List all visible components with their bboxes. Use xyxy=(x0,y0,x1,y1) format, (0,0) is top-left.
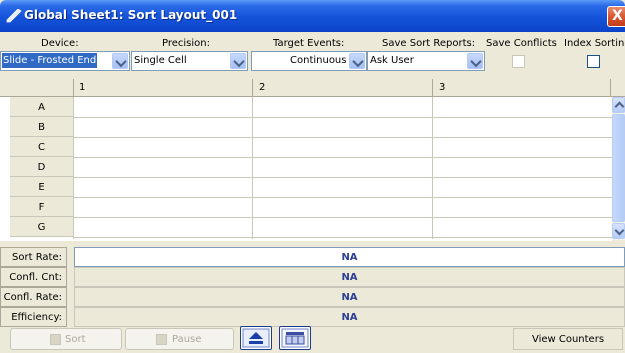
grid-column-header: 1 2 3 xyxy=(0,79,625,97)
precision-label: Precision: xyxy=(162,38,210,49)
sort-button-label: Sort xyxy=(65,334,86,345)
scroll-thumb[interactable] xyxy=(612,114,625,222)
plate-icon xyxy=(281,328,309,348)
chevron-down-icon[interactable] xyxy=(230,53,246,69)
column-header-3[interactable]: 3 xyxy=(439,82,445,93)
row-divider xyxy=(73,237,612,238)
device-select[interactable]: Slide - Frosted End xyxy=(0,51,130,71)
row-divider xyxy=(73,197,612,198)
row-divider xyxy=(73,157,612,158)
column-divider xyxy=(252,79,253,96)
save-conflicts-label: Save Conflicts xyxy=(486,38,557,49)
title-bar: Global Sheet1: Sort Layout_001 X xyxy=(0,0,625,32)
precision-select[interactable]: Single Cell xyxy=(131,51,248,71)
target-events-value: Continuous xyxy=(290,55,347,66)
sort-button[interactable]: Sort xyxy=(10,328,122,350)
row-divider xyxy=(73,117,612,118)
efficiency-value: NA xyxy=(74,307,625,327)
column-header-2[interactable]: 2 xyxy=(259,82,265,93)
save-sort-reports-select[interactable]: Ask User xyxy=(367,51,485,71)
eject-button[interactable] xyxy=(240,326,272,350)
column-divider xyxy=(432,97,433,239)
row-divider xyxy=(73,217,612,218)
confl-cnt-label: Confl. Cnt: xyxy=(0,267,67,287)
column-divider xyxy=(252,97,253,239)
pause-button-label: Pause xyxy=(172,334,202,345)
view-counters-button[interactable]: View Counters xyxy=(513,328,623,350)
device-value: Slide - Frosted End xyxy=(2,53,98,68)
column-divider xyxy=(73,79,74,96)
row-header-c[interactable]: C xyxy=(10,137,73,157)
row-divider xyxy=(73,137,612,138)
save-conflicts-checkbox[interactable] xyxy=(512,55,525,68)
pencil-icon xyxy=(6,9,22,23)
save-sort-reports-label: Save Sort Reports: xyxy=(382,38,476,49)
precision-value: Single Cell xyxy=(134,55,187,66)
confl-rate-value: NA xyxy=(74,287,625,307)
scroll-down-icon[interactable] xyxy=(612,223,625,239)
eject-icon xyxy=(242,328,270,348)
close-icon: X xyxy=(612,8,623,24)
pause-button[interactable]: Pause xyxy=(125,328,234,350)
grid-scrollbar[interactable] xyxy=(612,97,625,240)
window-title: Global Sheet1: Sort Layout_001 xyxy=(24,8,238,22)
chevron-down-icon[interactable] xyxy=(349,53,365,69)
index-sorting-label: Index Sorting xyxy=(564,38,625,49)
scroll-up-icon[interactable] xyxy=(612,97,625,113)
plate-button[interactable] xyxy=(279,326,311,350)
save-sort-reports-value: Ask User xyxy=(370,55,414,66)
row-header-f[interactable]: F xyxy=(10,197,73,217)
confl-cnt-value: NA xyxy=(74,267,625,287)
chevron-down-icon[interactable] xyxy=(112,53,128,69)
row-header-e[interactable]: E xyxy=(10,177,73,197)
sort-rate-value: NA xyxy=(74,247,625,267)
index-sorting-checkbox[interactable] xyxy=(587,55,600,68)
chevron-down-icon[interactable] xyxy=(467,53,483,69)
column-divider xyxy=(432,79,433,96)
column-header-1[interactable]: 1 xyxy=(79,82,85,93)
pause-check-icon xyxy=(156,334,167,345)
efficiency-label: Efficiency: xyxy=(0,307,67,327)
sort-check-icon xyxy=(50,334,61,345)
column-divider xyxy=(610,79,611,96)
target-events-select[interactable]: Continuous xyxy=(251,51,367,71)
sort-grid[interactable] xyxy=(0,97,612,241)
row-header-d[interactable]: D xyxy=(10,157,73,177)
row-divider xyxy=(73,177,612,178)
row-header-g[interactable]: G xyxy=(10,217,73,237)
close-button[interactable]: X xyxy=(607,6,625,27)
target-events-label: Target Events: xyxy=(273,38,345,49)
confl-rate-label: Confl. Rate: xyxy=(0,287,67,307)
sort-rate-label: Sort Rate: xyxy=(0,247,67,267)
device-label: Device: xyxy=(41,38,79,49)
column-divider xyxy=(73,97,74,239)
row-header-b[interactable]: B xyxy=(10,117,73,137)
row-header-a[interactable]: A xyxy=(10,97,73,117)
